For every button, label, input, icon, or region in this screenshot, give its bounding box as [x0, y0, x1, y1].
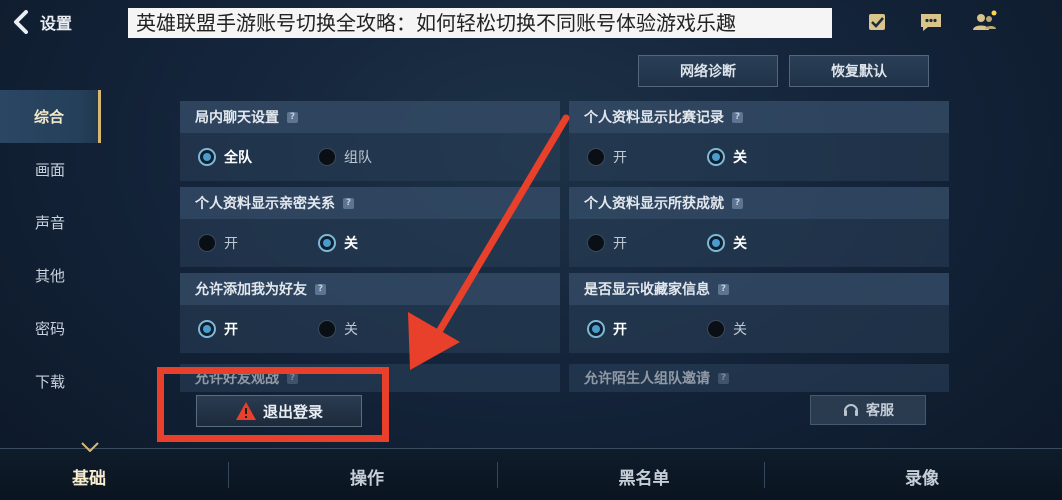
- setting-friend-watch: 允许好友观战?: [180, 364, 560, 392]
- radio-unselected: [318, 320, 336, 338]
- logout-button[interactable]: 退出登录: [196, 395, 362, 427]
- setting-match-record: 个人资料显示比赛记录? 开 关: [569, 101, 949, 181]
- tab-replay[interactable]: 录像: [863, 450, 981, 500]
- radio-unselected: [587, 148, 605, 166]
- customer-service-label: 客服: [866, 403, 894, 419]
- sidebar-item-general[interactable]: 综合: [0, 90, 101, 143]
- sidebar-item-graphics[interactable]: 画面: [0, 143, 100, 196]
- option-on[interactable]: 开: [198, 319, 238, 339]
- tab-divider: [764, 462, 765, 488]
- radio-selected: [587, 320, 605, 338]
- setting-friend-add: 允许添加我为好友? 开 关: [180, 273, 560, 353]
- option-off[interactable]: 关: [707, 233, 747, 253]
- help-icon[interactable]: ?: [343, 197, 354, 209]
- headset-icon: [844, 404, 858, 416]
- tab-basic[interactable]: 基础: [30, 450, 148, 500]
- radio-selected: [198, 320, 216, 338]
- option-off[interactable]: 关: [707, 147, 747, 167]
- option-on[interactable]: 开: [587, 233, 627, 253]
- top-bar: 设置 英雄联盟手游账号切换全攻略：如何轻松切换不同账号体验游戏乐趣: [0, 0, 1062, 44]
- chat-icon[interactable]: [916, 8, 946, 36]
- setting-collector: 是否显示收藏家信息? 开 关: [569, 273, 949, 353]
- help-icon[interactable]: ?: [718, 372, 729, 384]
- setting-title: 是否显示收藏家信息: [584, 282, 710, 298]
- radio-unselected: [198, 234, 216, 252]
- mail-icon[interactable]: [862, 8, 892, 36]
- setting-title: 个人资料显示亲密关系: [195, 196, 335, 212]
- network-diagnosis-button[interactable]: 网络诊断: [638, 55, 778, 87]
- radio-unselected: [318, 148, 336, 166]
- restore-defaults-button[interactable]: 恢复默认: [789, 55, 929, 87]
- setting-title: 个人资料显示比赛记录: [584, 110, 724, 126]
- radio-unselected: [707, 320, 725, 338]
- option-off[interactable]: 关: [707, 319, 747, 339]
- setting-title: 允许添加我为好友: [195, 282, 307, 298]
- option-all-team[interactable]: 全队: [198, 147, 252, 167]
- help-icon[interactable]: ?: [732, 197, 743, 209]
- page-title: 设置: [40, 14, 73, 33]
- chevron-left-icon: [8, 9, 34, 35]
- option-off[interactable]: 关: [318, 319, 358, 339]
- back-button[interactable]: 设置: [8, 6, 88, 38]
- setting-title: 允许好友观战: [195, 371, 279, 387]
- help-icon[interactable]: ?: [732, 111, 743, 123]
- setting-intimacy: 个人资料显示亲密关系? 开 关: [180, 187, 560, 267]
- tab-controls[interactable]: 操作: [308, 450, 426, 500]
- radio-selected: [318, 234, 336, 252]
- option-on[interactable]: 开: [587, 319, 627, 339]
- settings-sidebar: 综合 画面 声音 其他 密码 下载: [0, 90, 101, 408]
- radio-selected: [707, 234, 725, 252]
- option-on[interactable]: 开: [198, 233, 238, 253]
- setting-title: 个人资料显示所获成就: [584, 196, 724, 212]
- sidebar-item-other[interactable]: 其他: [0, 249, 100, 302]
- option-on[interactable]: 开: [587, 147, 627, 167]
- setting-stranger-invite: 允许陌生人组队邀请?: [569, 364, 949, 392]
- setting-achievements: 个人资料显示所获成就? 开 关: [569, 187, 949, 267]
- sidebar-item-download[interactable]: 下载: [0, 355, 100, 408]
- option-off[interactable]: 关: [318, 233, 358, 253]
- customer-service-button[interactable]: 客服: [810, 395, 926, 425]
- setting-title: 局内聊天设置: [195, 110, 279, 126]
- tab-divider: [228, 462, 229, 488]
- radio-unselected: [587, 234, 605, 252]
- radio-selected: [198, 148, 216, 166]
- warning-icon: [235, 402, 256, 420]
- sidebar-item-password[interactable]: 密码: [0, 302, 100, 355]
- help-icon[interactable]: ?: [287, 111, 298, 123]
- radio-selected: [707, 148, 725, 166]
- tab-blacklist[interactable]: 黑名单: [585, 450, 703, 500]
- help-icon[interactable]: ?: [315, 283, 326, 295]
- overlay-banner: 英雄联盟手游账号切换全攻略：如何轻松切换不同账号体验游戏乐趣: [128, 8, 832, 38]
- logout-label: 退出登录: [262, 402, 323, 421]
- setting-title: 允许陌生人组队邀请: [584, 371, 710, 387]
- friends-icon[interactable]: [970, 8, 1000, 36]
- setting-chat: 局内聊天设置? 全队 组队: [180, 101, 560, 181]
- sidebar-item-sound[interactable]: 声音: [0, 196, 100, 249]
- tab-divider: [497, 462, 498, 488]
- option-party[interactable]: 组队: [318, 147, 372, 167]
- help-icon[interactable]: ?: [287, 372, 298, 384]
- help-icon[interactable]: ?: [718, 283, 729, 295]
